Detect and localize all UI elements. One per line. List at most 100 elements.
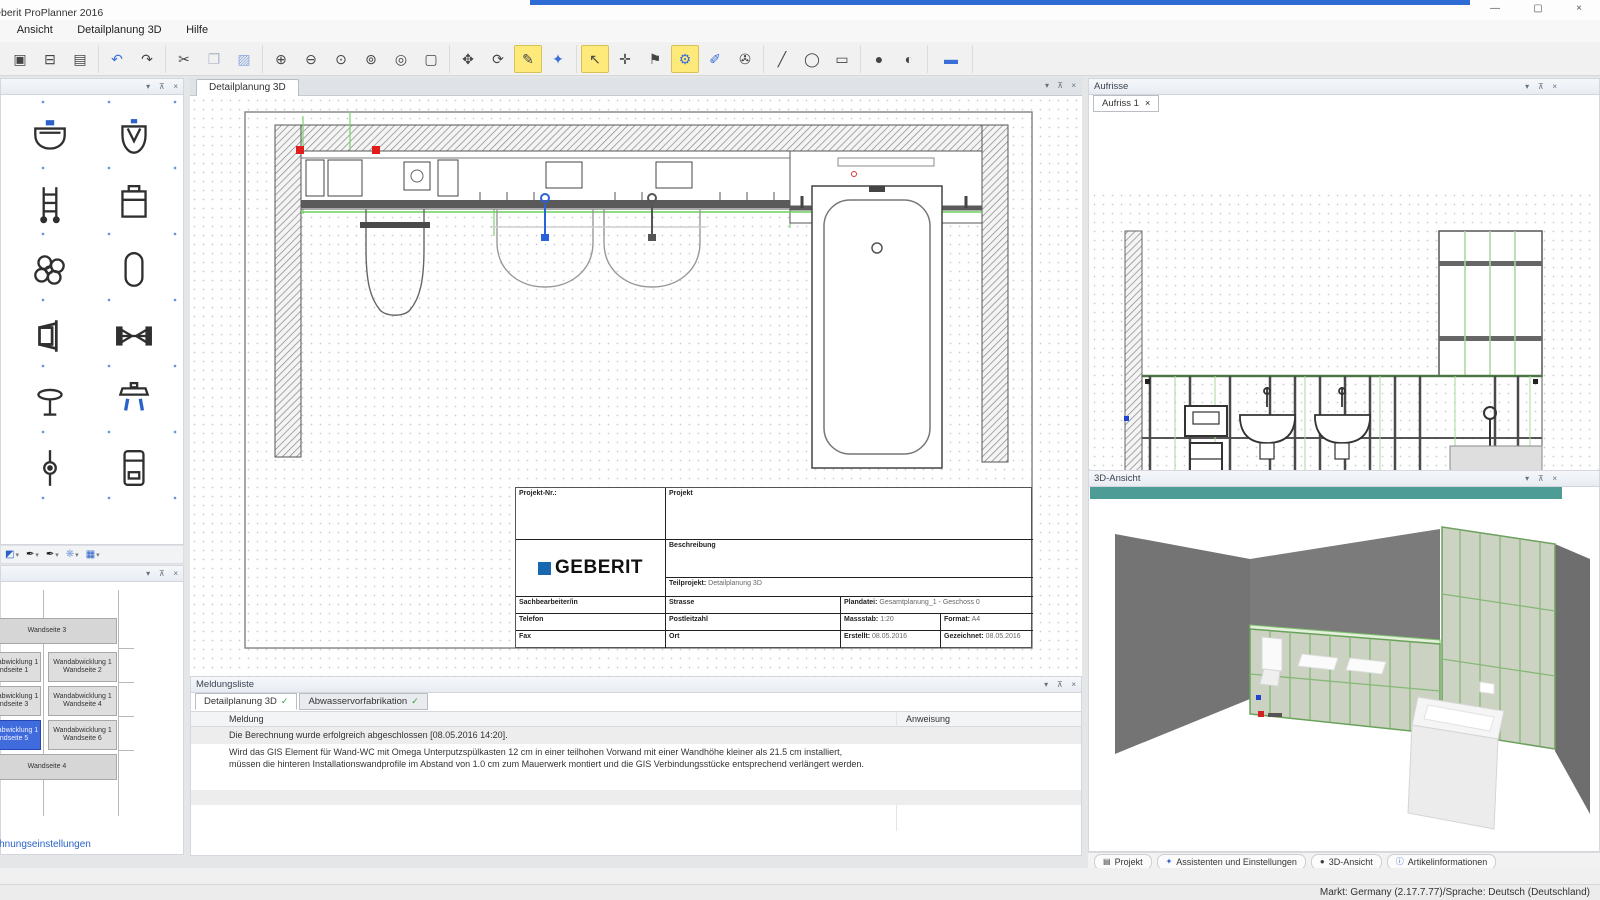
close-icon[interactable]: ×	[1552, 82, 1557, 91]
dimension-icon[interactable]: ▬	[932, 45, 968, 73]
pen-style-tool[interactable]: ✒▾	[26, 549, 39, 560]
zoom-previous-icon[interactable]: ⊚	[357, 45, 385, 73]
draw-rectangle-icon[interactable]: ▭	[828, 45, 856, 73]
wall-cell-5-selected[interactable]: Wandabwicklung 1Wandseite 5	[0, 720, 41, 750]
zoom-in-icon[interactable]: ⊕	[267, 45, 295, 73]
wall-cell-3[interactable]: Wandabwicklung 1Wandseite 3	[0, 686, 41, 716]
fixture-inline-valve-icon[interactable]	[15, 435, 85, 501]
close-icon[interactable]: ×	[173, 82, 178, 91]
effects-tool[interactable]: ❋▾	[66, 549, 79, 560]
draw-line-icon[interactable]: ╱	[768, 45, 796, 73]
zoom-all-icon[interactable]: ◎	[387, 45, 415, 73]
chevron-down-icon[interactable]: ▾	[146, 569, 150, 578]
orbit-icon[interactable]: ⟳	[484, 45, 512, 73]
message-tab-detailplanung[interactable]: Detailplanung 3D✓	[195, 693, 297, 710]
line-style-tool[interactable]: ✒▾	[46, 549, 59, 560]
fixture-washbasin-icon[interactable]	[15, 105, 85, 171]
close-icon[interactable]: ×	[1552, 474, 1557, 483]
redo-icon[interactable]: ↷	[133, 45, 161, 73]
fixture-corner-profile-icon[interactable]	[15, 303, 85, 369]
elevations-panel-header: Aufrisse ▾ ⊼ ×	[1089, 79, 1599, 95]
maximize-button[interactable]: ▢	[1525, 1, 1551, 17]
draw-ellipse-icon[interactable]: ◯	[798, 45, 826, 73]
connect-icon[interactable]: ✦	[544, 45, 572, 73]
wall-cell-1[interactable]: Wandabwicklung 1Wandseite 1	[0, 652, 41, 682]
menu-projekt[interactable]: Projekt	[0, 20, 2, 36]
fixture-pipe-coupling-icon[interactable]	[99, 303, 169, 369]
fixture-mounting-frame-icon[interactable]	[99, 237, 169, 303]
pin-icon[interactable]: ⊼	[159, 82, 165, 91]
wall-cell-6[interactable]: Wandabwicklung 1Wandseite 6	[48, 720, 117, 750]
message-tab-abwasservorfabrikation[interactable]: Abwasservorfabrikation✓	[299, 693, 427, 710]
document-tab-strip: Detailplanung 3D ▾ ⊼ ×	[190, 78, 1082, 96]
wall-cell-4[interactable]: Wandabwicklung 1Wandseite 4	[48, 686, 117, 716]
save-icon[interactable]: ▣	[6, 45, 34, 73]
pan-icon[interactable]: ✥	[454, 45, 482, 73]
pin-icon[interactable]: ⊼	[1538, 82, 1544, 91]
undo-icon[interactable]: ↶	[103, 45, 131, 73]
calculation-settings-link[interactable]: Berechnungseinstellungen	[0, 839, 91, 850]
cut-icon[interactable]: ✂	[170, 45, 198, 73]
layers-tool[interactable]: ▦▾	[86, 549, 100, 560]
chevron-down-icon[interactable]: ▾	[1525, 82, 1529, 91]
fixture-urinal-icon[interactable]	[99, 105, 169, 171]
chevron-down-icon[interactable]: ▾	[1044, 680, 1048, 689]
menu-detailplanung[interactable]: Detailplanung 3D	[67, 20, 171, 36]
fixture-tap-valve-icon[interactable]	[15, 369, 85, 435]
titleblock-plandatei-label: Plandatei:	[844, 599, 877, 606]
close-icon[interactable]: ×	[1145, 98, 1150, 108]
flag-icon[interactable]: ⚑	[641, 45, 669, 73]
detail-settings-icon[interactable]: ⚙	[671, 45, 699, 73]
fixture-shower-icon[interactable]	[99, 369, 169, 435]
chevron-down-icon[interactable]: ▾	[1045, 81, 1049, 90]
bath-tap-3d	[1480, 682, 1494, 694]
tab-detailplanung-3d[interactable]: Detailplanung 3D	[196, 79, 299, 96]
copy-icon[interactable]: ❐	[200, 45, 228, 73]
render-dark-icon[interactable]: ●	[865, 45, 893, 73]
select-cursor-icon[interactable]: ↖	[581, 45, 609, 73]
pin-icon[interactable]: ⊼	[159, 569, 165, 578]
lock-icon[interactable]: ✇	[731, 45, 759, 73]
close-button[interactable]: ×	[1566, 1, 1592, 17]
chevron-down-icon[interactable]: ▾	[146, 82, 150, 91]
zoom-out-icon[interactable]: ⊖	[297, 45, 325, 73]
fixture-installation-element-icon[interactable]	[15, 171, 85, 237]
paste-icon[interactable]: ▨	[230, 45, 258, 73]
close-icon[interactable]: ×	[1071, 680, 1076, 689]
report-icon[interactable]: ▤	[66, 45, 94, 73]
fill-style-tool[interactable]: ◩▾	[5, 549, 19, 560]
fixture-cistern-icon[interactable]	[99, 171, 169, 237]
wall-side-top-cell[interactable]: Wandseite 3	[0, 618, 117, 644]
pin-icon[interactable]: ⊼	[1057, 680, 1063, 689]
render-light-icon[interactable]: ◐	[895, 45, 923, 73]
message-row[interactable]: Wird das GIS Element für Wand-WC mit Ome…	[191, 744, 1081, 790]
move-icon[interactable]: ✛	[611, 45, 639, 73]
menu-hilfe[interactable]: Hilfe	[176, 20, 218, 36]
tab-aufriss-1[interactable]: Aufriss 1×	[1093, 95, 1159, 112]
3d-scene[interactable]	[1090, 499, 1598, 851]
menu-ansicht[interactable]: Ansicht	[7, 20, 63, 36]
floorplan-canvas[interactable]: Projekt-Nr.: Projekt GEBERIT Beschreibun…	[190, 96, 1082, 676]
print-icon[interactable]: ⊟	[36, 45, 64, 73]
fixture-grid	[1, 95, 183, 543]
edit-mode-icon[interactable]: ✎	[514, 45, 542, 73]
wizard-icon: ✦	[1166, 857, 1173, 866]
minimize-button[interactable]: —	[1482, 1, 1508, 17]
wall-side-bottom-cell[interactable]: Wandseite 4	[0, 754, 117, 780]
close-icon[interactable]: ×	[1071, 81, 1076, 90]
sketch-icon[interactable]: ✐	[701, 45, 729, 73]
zoom-selection-icon[interactable]: ⊙	[327, 45, 355, 73]
wall-cell-2[interactable]: Wandabwicklung 1Wandseite 2	[48, 652, 117, 682]
status-bar: Markt: Germany (2.17.7.77)/Sprache: Deut…	[0, 884, 1600, 900]
message-row-empty	[191, 790, 1081, 805]
pin-icon[interactable]: ⊼	[1538, 474, 1544, 483]
3d-view-toolbar[interactable]	[1090, 487, 1562, 499]
message-row[interactable]: Die Berechnung wurde erfolgreich abgesch…	[191, 727, 1081, 744]
close-icon[interactable]: ×	[173, 569, 178, 578]
chevron-down-icon[interactable]: ▾	[1525, 474, 1529, 483]
pen-style-icon: ✒	[26, 549, 34, 560]
fixture-drain-icon[interactable]	[15, 237, 85, 303]
zoom-extents-icon[interactable]: ▢	[417, 45, 445, 73]
pin-icon[interactable]: ⊼	[1057, 81, 1063, 90]
fixture-flush-plate-icon[interactable]	[99, 435, 169, 501]
